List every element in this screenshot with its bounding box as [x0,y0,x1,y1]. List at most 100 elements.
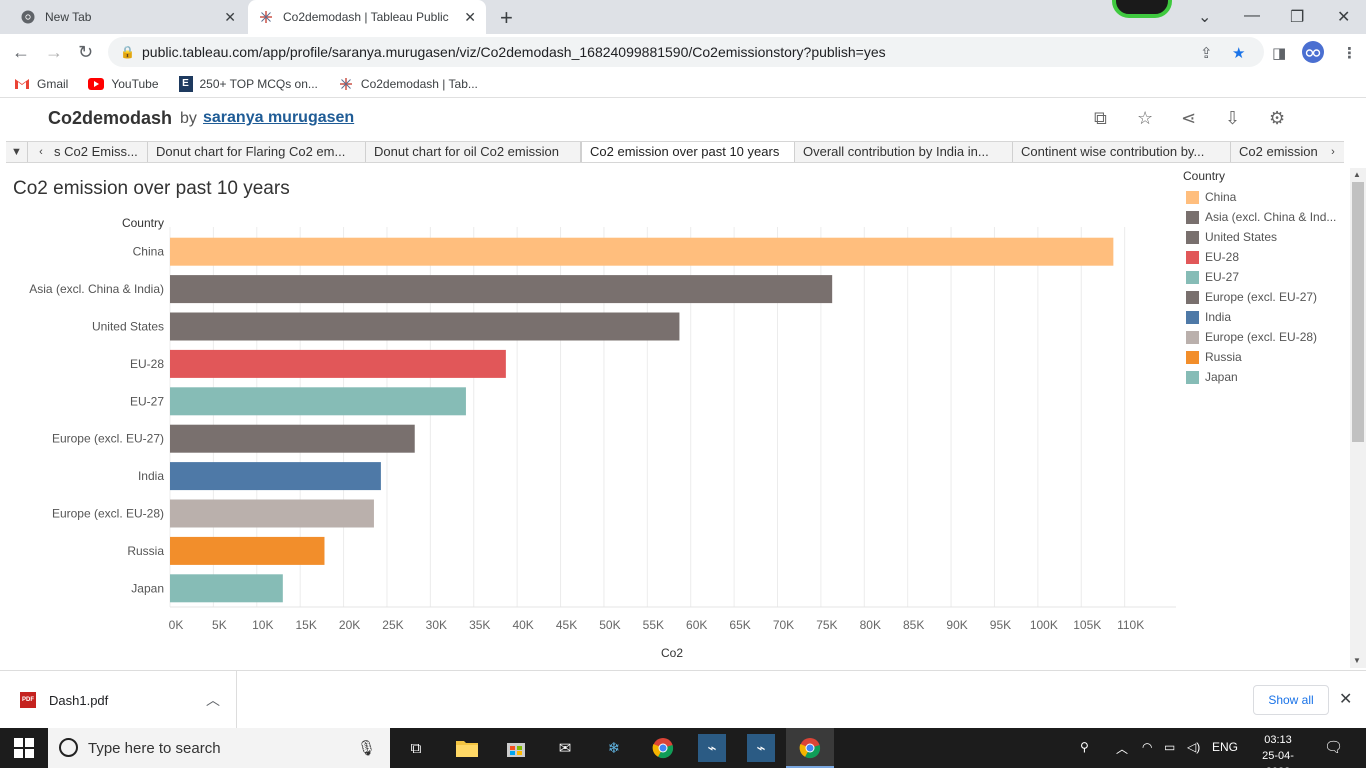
e-icon: E [178,75,193,92]
reload-icon[interactable]: ↻ [78,42,93,63]
bar[interactable] [170,499,374,528]
close-icon[interactable]: ✕ [224,9,236,26]
wifi-icon[interactable]: ◠ [1142,740,1152,754]
x-tick-label: 30K [426,618,447,632]
file-explorer-icon[interactable] [453,734,481,762]
forward-arrow-icon[interactable]: → [45,42,63,63]
task-view-icon[interactable]: ⧉ [402,734,430,762]
x-tick-label: 0K [169,618,184,632]
chrome-icon[interactable] [796,734,824,762]
bookmark-youtube[interactable]: YouTube [88,77,159,91]
bar[interactable] [170,312,680,341]
address-bar[interactable]: 🔒 public.tableau.com/app/profile/saranya… [108,37,1264,67]
language-indicator[interactable]: ENG [1212,740,1238,754]
legend-item[interactable]: United States [1186,229,1277,245]
legend-item[interactable]: EU-28 [1186,249,1239,265]
viz-author-link[interactable]: saranya murugasen [203,109,354,127]
bar[interactable] [170,536,325,565]
clock[interactable]: 03:13 25-04-2023 [1250,732,1306,780]
x-tick-label: 15K [295,618,316,632]
bar[interactable] [170,275,833,304]
story-point-tab[interactable]: Donut chart for oil Co2 emission [366,142,581,162]
copy-icon[interactable]: ⧉ [1094,108,1107,129]
settings-icon[interactable]: ⚙ [1269,108,1285,129]
browser-tab-new-tab[interactable]: New Tab ✕ [0,0,246,34]
scrollbar-thumb[interactable] [1352,182,1364,442]
show-all-button[interactable]: Show all [1253,685,1329,715]
story-point-tab[interactable]: Continent wise contribution by... [1013,142,1231,162]
category-label: Asia (excl. China & India) [29,282,164,296]
microphone-icon[interactable]: 🎙 [357,739,376,757]
legend-label: Japan [1205,370,1238,384]
x-tick-label: 85K [903,618,924,632]
menu-kebab-icon[interactable]: ⋮ [1342,44,1357,62]
mail-icon[interactable]: ✉ [551,734,579,762]
legend-item[interactable]: India [1186,309,1231,325]
search-icon [59,738,78,757]
story-point-tab[interactable]: s Co2 Emiss... [50,142,148,162]
download-item[interactable]: PDF Dash1.pdf ︿ [0,671,237,728]
tab-search-chevron-icon[interactable]: ⌄ [1198,7,1211,27]
volume-icon[interactable]: ◁) [1187,740,1200,754]
chrome-icon[interactable] [649,734,677,762]
side-panel-icon[interactable]: ◨ [1272,44,1286,62]
bar[interactable] [170,574,283,603]
story-prev-arrow-icon[interactable]: ‹ [32,142,50,162]
bar[interactable] [170,349,506,378]
scroll-down-arrow-icon[interactable]: ▼ [1353,656,1361,665]
story-next-arrow-icon[interactable]: › [1323,142,1343,162]
story-point-tab[interactable]: Overall contribution by India in... [795,142,1013,162]
profile-icon[interactable] [1302,41,1324,67]
bookmark-tableau[interactable]: Co2demodash | Tab... [338,77,478,91]
new-tab-plus-icon[interactable]: + [500,5,513,31]
share-icon[interactable]: ⋖ [1181,108,1196,129]
legend-item[interactable]: Japan [1186,369,1238,385]
taskbar-search-box[interactable]: Type here to search 🎙 [48,728,390,768]
mysql-workbench-icon[interactable]: ⌁ [698,734,726,762]
people-icon[interactable]: ⚲ [1080,740,1089,754]
legend-item[interactable]: EU-27 [1186,269,1239,285]
close-icon[interactable]: ✕ [464,9,476,26]
close-icon[interactable]: ✕ [1339,689,1352,709]
bar[interactable] [170,237,1114,266]
mysql-workbench-icon[interactable]: ⌁ [747,734,775,762]
legend-item[interactable]: Asia (excl. China & Ind... [1186,209,1336,225]
story-point-tab[interactable]: Donut chart for Flaring Co2 em... [148,142,366,162]
bookmark-mcqs[interactable]: E 250+ TOP MCQs on... [178,75,318,92]
bookmark-gmail[interactable]: Gmail [14,77,68,91]
notifications-icon[interactable]: 🗨 [1324,738,1343,756]
snowflake-app-icon[interactable]: ❄ [600,734,628,762]
legend-item[interactable]: Russia [1186,349,1242,365]
window-close-icon[interactable]: ✕ [1337,7,1350,27]
legend-item[interactable]: China [1186,189,1236,205]
favorite-star-icon[interactable]: ☆ [1137,108,1153,129]
legend-item[interactable]: Europe (excl. EU-28) [1186,329,1317,345]
vertical-scrollbar[interactable]: ▲ ▼ [1350,168,1366,668]
bookmark-star-icon[interactable]: ★ [1232,44,1245,62]
download-icon[interactable]: ⇩ [1225,108,1240,129]
story-point-tab[interactable]: Co2 emission [1231,142,1323,162]
story-point-tab-active[interactable]: Co2 emission over past 10 years [581,142,795,162]
chevron-up-icon[interactable]: ︿ [206,690,220,710]
x-tick-label: 105K [1073,618,1101,632]
bar[interactable] [170,462,381,491]
x-tick-label: 10K [252,618,273,632]
legend-label: Asia (excl. China & Ind... [1205,210,1337,224]
legend-item[interactable]: Europe (excl. EU-27) [1186,289,1317,305]
story-dropdown-icon[interactable]: ▼ [6,142,28,162]
legend-label: China [1205,190,1237,204]
share-icon[interactable]: ⇪ [1200,44,1213,62]
battery-icon[interactable]: ▭ [1164,740,1175,754]
bar[interactable] [170,387,466,416]
chevron-up-icon[interactable]: ︿ [1116,740,1128,757]
legend-label: Europe (excl. EU-28) [1205,330,1318,344]
back-arrow-icon[interactable]: ← [12,42,30,63]
restore-icon[interactable]: ❐ [1290,7,1304,27]
store-icon[interactable] [502,734,530,762]
minimize-icon[interactable]: — [1244,7,1260,25]
bar[interactable] [170,424,415,453]
scroll-up-arrow-icon[interactable]: ▲ [1353,170,1361,179]
windows-start-icon[interactable] [14,738,34,758]
browser-tab-tableau[interactable]: Co2demodash | Tableau Public ✕ [248,0,486,34]
profile-avatar-icon[interactable] [1112,0,1172,18]
